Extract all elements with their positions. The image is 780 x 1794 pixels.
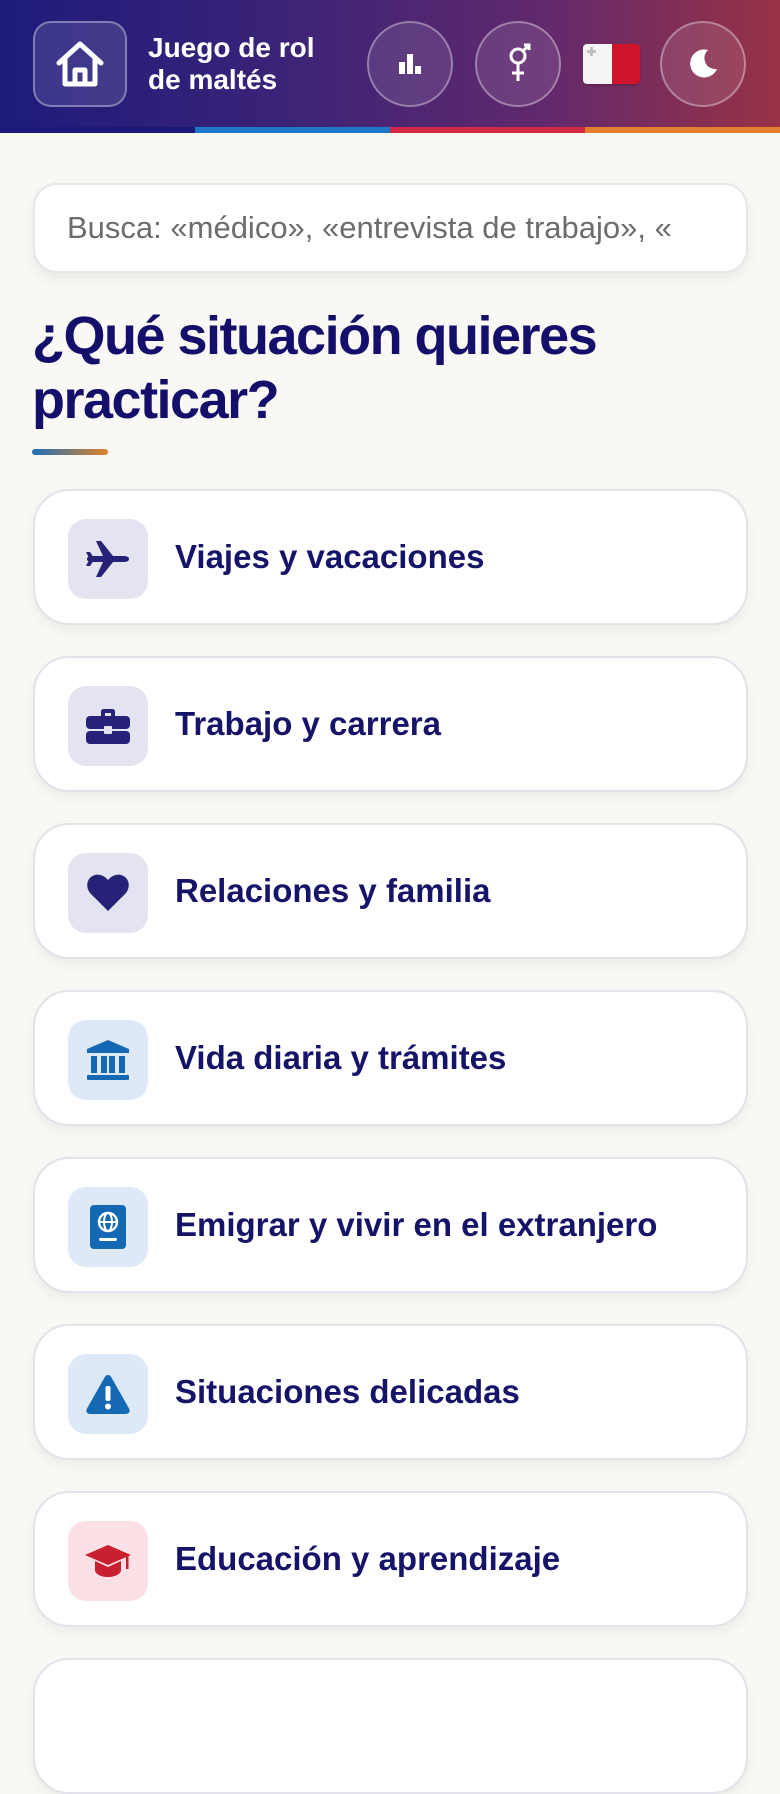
stripe-segment (195, 127, 390, 133)
theme-toggle-button[interactable] (660, 21, 746, 107)
malta-flag-icon[interactable] (583, 44, 640, 84)
home-icon (56, 41, 104, 87)
category-icon-box (68, 1354, 148, 1434)
passport-icon (90, 1205, 126, 1249)
stripe-segment (585, 127, 780, 133)
moon-icon (690, 49, 717, 78)
stripe-segment (390, 127, 585, 133)
category-label: Educación y aprendizaje (175, 1540, 561, 1577)
category-icon-box (68, 686, 148, 766)
category-card-travel[interactable]: Viajes y vacaciones (33, 489, 748, 625)
category-icon-box (68, 519, 148, 599)
search-input[interactable] (33, 183, 748, 273)
airplane-icon (86, 541, 129, 577)
category-label: Emigrar y vivir en el extranjero (175, 1206, 658, 1243)
category-label: Viajes y vacaciones (175, 538, 485, 575)
bar-chart-icon (399, 54, 421, 74)
title-underline (32, 449, 108, 455)
warning-icon (86, 1375, 130, 1414)
category-label: Trabajo y carrera (175, 705, 441, 742)
category-icon-box (68, 853, 148, 933)
app-title-line2: de maltés (148, 64, 278, 95)
category-icon-box (68, 1521, 148, 1601)
home-button[interactable] (33, 21, 127, 107)
category-label: Situaciones delicadas (175, 1373, 520, 1410)
bank-building-icon (87, 1040, 129, 1080)
category-card-partial[interactable] (33, 1658, 748, 1794)
header-color-stripe (0, 127, 780, 133)
page-title: ¿Qué situación quieres practicar? (32, 306, 598, 430)
category-card-daily-life[interactable]: Vida diaria y trámites (33, 990, 748, 1126)
stripe-segment (0, 127, 195, 133)
briefcase-icon (86, 709, 130, 744)
stats-button[interactable] (367, 21, 453, 107)
heart-icon (87, 874, 129, 911)
category-card-relationships[interactable]: Relaciones y familia (33, 823, 748, 959)
category-card-work[interactable]: Trabajo y carrera (33, 656, 748, 792)
app-title: Juego de rol de maltés (148, 32, 348, 96)
gender-symbol-icon (509, 43, 531, 81)
category-icon-box (68, 1187, 148, 1267)
gender-button[interactable] (475, 21, 561, 107)
graduation-cap-icon (85, 1545, 131, 1577)
app-title-line1: Juego de rol (148, 32, 315, 63)
category-icon-box (68, 1020, 148, 1100)
category-label: Vida diaria y trámites (175, 1039, 507, 1076)
app-header: Juego de rol de maltés (0, 0, 780, 133)
category-card-delicate-situations[interactable]: Situaciones delicadas (33, 1324, 748, 1460)
category-label: Relaciones y familia (175, 872, 491, 909)
category-card-education[interactable]: Educación y aprendizaje (33, 1491, 748, 1627)
category-card-emigrate[interactable]: Emigrar y vivir en el extranjero (33, 1157, 748, 1293)
